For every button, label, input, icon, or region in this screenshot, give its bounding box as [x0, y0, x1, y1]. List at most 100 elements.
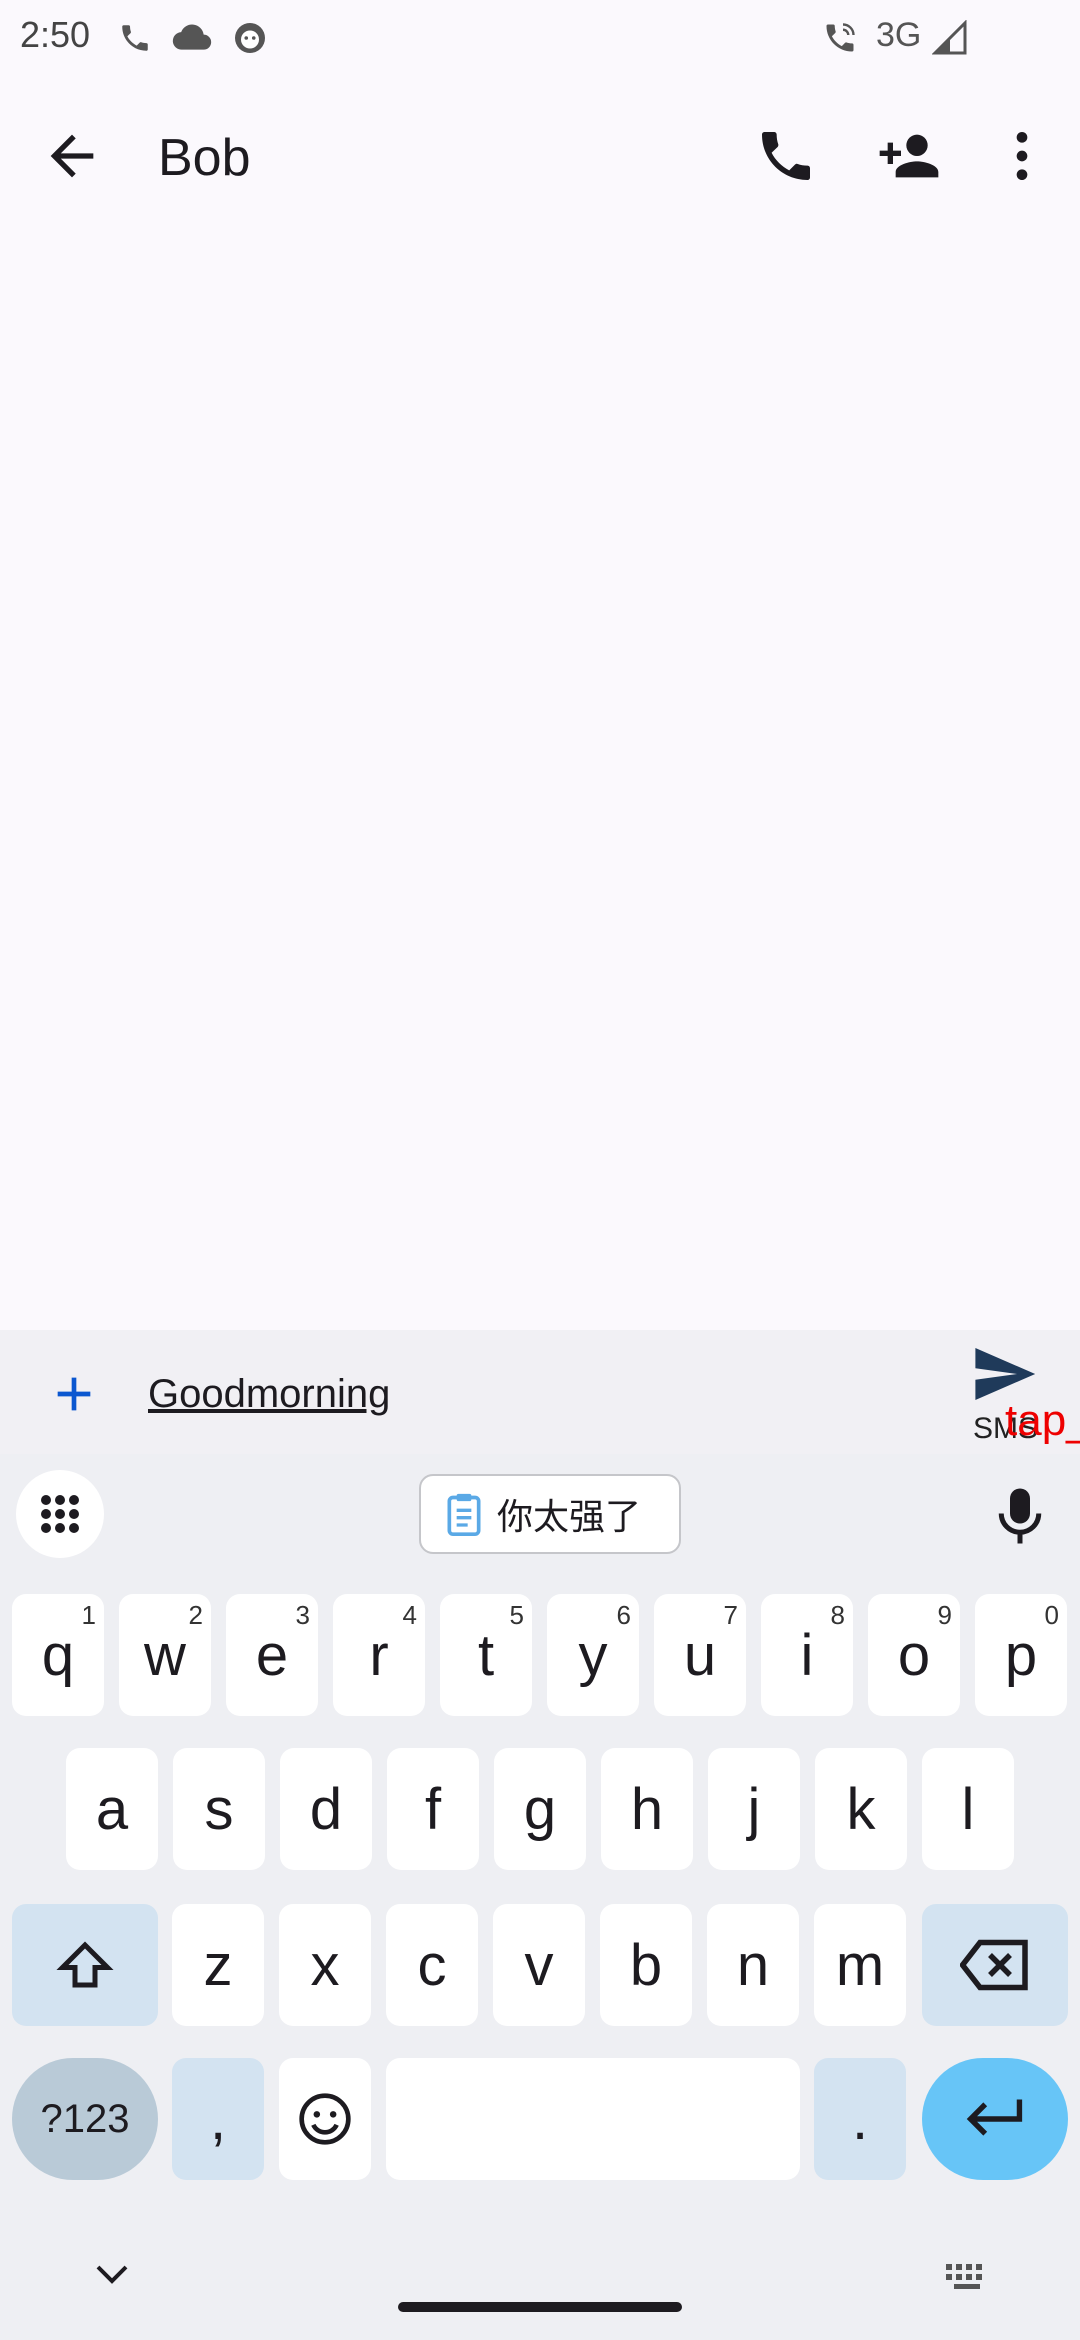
message-input[interactable]: Goodmorning [148, 1372, 390, 1417]
key-hint: 9 [937, 1600, 952, 1630]
comma-label: , [209, 2086, 227, 2152]
key-z[interactable]: z [172, 1904, 264, 2026]
key-h[interactable]: h [601, 1748, 693, 1870]
key-label: b [629, 1932, 663, 1998]
key-label: i [800, 1622, 814, 1688]
key-i[interactable]: i8 [761, 1594, 853, 1716]
key-t[interactable]: t5 [440, 1594, 532, 1716]
backspace-icon [960, 1939, 1028, 1991]
clipboard-icon [445, 1492, 483, 1536]
comma-key[interactable]: , [172, 2058, 264, 2180]
key-w[interactable]: w2 [119, 1594, 211, 1716]
clipboard-text: 你太强了 [497, 1496, 642, 1537]
keyboard-switch-icon[interactable] [944, 2262, 990, 2292]
key-j[interactable]: j [708, 1748, 800, 1870]
key-label: x [310, 1932, 340, 1998]
key-label: j [747, 1776, 761, 1842]
key-y[interactable]: y6 [547, 1594, 639, 1716]
key-x[interactable]: x [279, 1904, 371, 2026]
hide-keyboard-chevron-icon[interactable] [92, 2262, 132, 2288]
key-label: g [523, 1776, 557, 1842]
key-v[interactable]: v [493, 1904, 585, 2026]
key-hint: 6 [616, 1600, 631, 1630]
shift-key[interactable] [12, 1904, 158, 2026]
face-status-icon [232, 18, 268, 58]
key-label: u [683, 1622, 717, 1688]
key-label: c [417, 1932, 447, 1998]
key-label: a [95, 1776, 129, 1842]
key-label: e [255, 1622, 289, 1688]
key-label: y [578, 1622, 608, 1688]
tap-overlay-label: tap_ [1005, 1396, 1080, 1445]
symbols-key[interactable]: ?123 [12, 2058, 158, 2180]
period-label: . [851, 2086, 869, 2152]
enter-icon [966, 2099, 1023, 2136]
network-type: 3G [876, 16, 922, 54]
keyboard [0, 1454, 1080, 2340]
key-u[interactable]: u7 [654, 1594, 746, 1716]
key-hint: 4 [402, 1600, 417, 1630]
key-label: p [1004, 1622, 1038, 1688]
key-k[interactable]: k [815, 1748, 907, 1870]
signal-icon [932, 18, 968, 58]
add-contact-icon[interactable] [876, 124, 940, 188]
space-key[interactable] [386, 2058, 800, 2180]
key-b[interactable]: b [600, 1904, 692, 2026]
key-label: n [736, 1932, 770, 1998]
key-hint: 0 [1044, 1600, 1059, 1630]
key-label: h [630, 1776, 664, 1842]
key-g[interactable]: g [494, 1748, 586, 1870]
clipboard-suggestion[interactable]: 你太强了 [419, 1474, 681, 1554]
microphone-icon[interactable] [994, 1486, 1046, 1546]
key-hint: 2 [188, 1600, 203, 1630]
key-e[interactable]: e3 [226, 1594, 318, 1716]
key-label: d [309, 1776, 343, 1842]
key-label: l [961, 1776, 975, 1842]
emoji-icon [299, 2093, 351, 2145]
key-label: f [424, 1776, 442, 1842]
call-icon[interactable] [754, 124, 818, 188]
key-r[interactable]: r4 [333, 1594, 425, 1716]
key-label: w [144, 1622, 186, 1688]
key-f[interactable]: f [387, 1748, 479, 1870]
key-label: q [41, 1622, 75, 1688]
key-label: s [204, 1776, 234, 1842]
emoji-key[interactable] [279, 2058, 371, 2180]
contact-name: Bob [158, 129, 251, 187]
key-label: o [897, 1622, 931, 1688]
home-indicator[interactable] [398, 2302, 682, 2312]
key-hint: 7 [723, 1600, 738, 1630]
key-n[interactable]: n [707, 1904, 799, 2026]
key-hint: 1 [81, 1600, 96, 1630]
key-label: z [203, 1932, 233, 1998]
key-label: v [524, 1932, 554, 1998]
key-d[interactable]: d [280, 1748, 372, 1870]
key-hint: 8 [830, 1600, 845, 1630]
key-s[interactable]: s [173, 1748, 265, 1870]
key-a[interactable]: a [66, 1748, 158, 1870]
attach-plus-icon[interactable] [46, 1366, 102, 1422]
shift-icon [56, 1941, 114, 1988]
phone-status-icon [118, 18, 152, 58]
key-label: r [369, 1622, 389, 1688]
key-c[interactable]: c [386, 1904, 478, 2026]
period-key[interactable]: . [814, 2058, 906, 2180]
key-label: t [477, 1622, 495, 1688]
more-options-icon[interactable] [990, 124, 1054, 188]
send-icon[interactable] [972, 1348, 1036, 1400]
key-m[interactable]: m [814, 1904, 906, 2026]
key-q[interactable]: q1 [12, 1594, 104, 1716]
cloud-status-icon [172, 18, 212, 58]
status-time: 2:50 [20, 14, 91, 55]
key-p[interactable]: p0 [975, 1594, 1067, 1716]
key-label: m [835, 1932, 885, 1998]
conversation-area [0, 236, 1080, 1330]
key-o[interactable]: o9 [868, 1594, 960, 1716]
call-wifi-status-icon [822, 18, 858, 58]
backspace-key[interactable] [922, 1904, 1068, 2026]
key-hint: 3 [295, 1600, 310, 1630]
key-l[interactable]: l [922, 1748, 1014, 1870]
keyboard-menu-button[interactable] [16, 1470, 104, 1558]
back-arrow-icon[interactable] [40, 124, 104, 188]
enter-key[interactable] [922, 2058, 1068, 2180]
